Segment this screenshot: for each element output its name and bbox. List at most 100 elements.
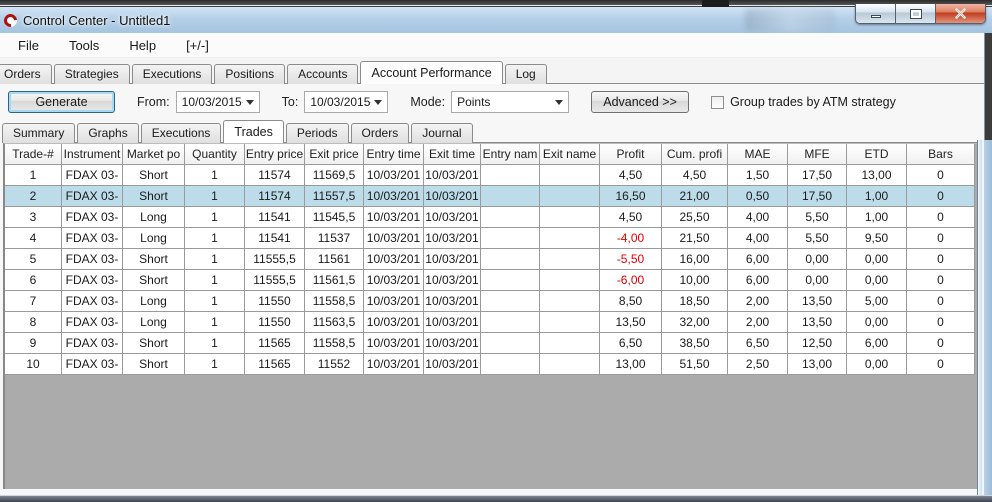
window-titlebar[interactable]: Control Center - Untitled1 [0, 7, 992, 33]
column-header-entry-nam[interactable]: Entry nam [481, 144, 540, 165]
cell-quantity[interactable]: 1 [185, 207, 245, 228]
table-row[interactable]: 1FDAX 03-Short11157411569,510/03/20110/0… [5, 165, 977, 186]
cell-instrument[interactable]: FDAX 03- [62, 228, 123, 249]
tab-log[interactable]: Log [505, 64, 547, 84]
menu-item-help[interactable]: Help [117, 35, 168, 56]
subtab-summary[interactable]: Summary [2, 123, 75, 143]
subtab-graphs[interactable]: Graphs [77, 123, 138, 143]
table-row[interactable]: 7FDAX 03-Long11155011558,510/03/20110/03… [5, 291, 977, 312]
cell-cum-profi[interactable]: 51,50 [662, 354, 728, 375]
generate-button[interactable]: Generate [8, 91, 115, 113]
table-row[interactable]: 2FDAX 03-Short11157411557,510/03/20110/0… [5, 186, 977, 207]
cell-exit-time[interactable]: 10/03/201 [424, 270, 481, 291]
cell-entry-time[interactable]: 10/03/201 [364, 312, 424, 333]
cell-exit-time[interactable]: 10/03/201 [424, 228, 481, 249]
cell-entry-price[interactable]: 11541 [245, 228, 305, 249]
cell-exit-price[interactable]: 11561,5 [305, 270, 364, 291]
table-row[interactable]: 6FDAX 03-Short111555,511561,510/03/20110… [5, 270, 977, 291]
cell-quantity[interactable]: 1 [185, 228, 245, 249]
cell-exit-time[interactable]: 10/03/201 [424, 312, 481, 333]
cell-exit-price[interactable]: 11569,5 [305, 165, 364, 186]
cell-entry-time[interactable]: 10/03/201 [364, 165, 424, 186]
cell-entry-nam[interactable] [481, 312, 540, 333]
cell-entry-price[interactable]: 11550 [245, 312, 305, 333]
cell-bars[interactable]: 0 [907, 354, 975, 375]
menu-item-[interactable]: [+/-] [174, 35, 221, 56]
cell-entry-price[interactable]: 11541 [245, 207, 305, 228]
cell-market-po[interactable]: Short [123, 249, 185, 270]
cell-bars[interactable]: 0 [907, 312, 975, 333]
column-header-exit-price[interactable]: Exit price [305, 144, 364, 165]
cell-profit[interactable]: 6,50 [600, 333, 662, 354]
table-row[interactable]: 8FDAX 03-Long11155011563,510/03/20110/03… [5, 312, 977, 333]
tab-executions[interactable]: Executions [132, 64, 213, 84]
cell-mfe[interactable]: 13,50 [788, 291, 847, 312]
cell-trade[interactable]: 4 [5, 228, 62, 249]
column-header-exit-time[interactable]: Exit time [424, 144, 481, 165]
cell-entry-price[interactable]: 11550 [245, 291, 305, 312]
cell-quantity[interactable]: 1 [185, 333, 245, 354]
cell-exit-name[interactable] [540, 354, 600, 375]
cell-etd[interactable]: 9,50 [847, 228, 907, 249]
maximize-button[interactable] [896, 4, 936, 23]
cell-mfe[interactable]: 13,50 [788, 312, 847, 333]
cell-exit-name[interactable] [540, 270, 600, 291]
cell-profit[interactable]: -4,00 [600, 228, 662, 249]
cell-entry-price[interactable]: 11555,5 [245, 270, 305, 291]
cell-exit-price[interactable]: 11558,5 [305, 333, 364, 354]
cell-trade[interactable]: 2 [5, 186, 62, 207]
column-header-entry-time[interactable]: Entry time [364, 144, 424, 165]
cell-entry-nam[interactable] [481, 354, 540, 375]
cell-exit-time[interactable]: 10/03/201 [424, 333, 481, 354]
subtab-executions[interactable]: Executions [141, 123, 222, 143]
cell-bars[interactable]: 0 [907, 333, 975, 354]
cell-profit[interactable]: 13,00 [600, 354, 662, 375]
cell-exit-price[interactable]: 11537 [305, 228, 364, 249]
minimize-button[interactable] [856, 4, 896, 23]
cell-mae[interactable]: 6,00 [728, 249, 788, 270]
cell-trade[interactable]: 3 [5, 207, 62, 228]
subtab-journal[interactable]: Journal [411, 123, 472, 143]
cell-instrument[interactable]: FDAX 03- [62, 333, 123, 354]
cell-instrument[interactable]: FDAX 03- [62, 165, 123, 186]
cell-mae[interactable]: 6,00 [728, 270, 788, 291]
cell-exit-price[interactable]: 11561 [305, 249, 364, 270]
cell-mfe[interactable]: 5,50 [788, 228, 847, 249]
cell-bars[interactable]: 0 [907, 207, 975, 228]
cell-bars[interactable]: 0 [907, 165, 975, 186]
cell-market-po[interactable]: Long [123, 207, 185, 228]
cell-mae[interactable]: 2,00 [728, 291, 788, 312]
cell-mae[interactable]: 4,00 [728, 207, 788, 228]
from-date-field[interactable]: 10/03/2015 [176, 91, 260, 113]
cell-profit[interactable]: 4,50 [600, 207, 662, 228]
tab-positions[interactable]: Positions [214, 64, 285, 84]
cell-cum-profi[interactable]: 18,50 [662, 291, 728, 312]
column-header-trade[interactable]: Trade-# [5, 144, 62, 165]
table-row[interactable]: 10FDAX 03-Short1115651155210/03/20110/03… [5, 354, 977, 375]
cell-mfe[interactable]: 17,50 [788, 186, 847, 207]
cell-cum-profi[interactable]: 32,00 [662, 312, 728, 333]
cell-cum-profi[interactable]: 21,50 [662, 228, 728, 249]
cell-instrument[interactable]: FDAX 03- [62, 249, 123, 270]
cell-exit-time[interactable]: 10/03/201 [424, 249, 481, 270]
cell-trade[interactable]: 10 [5, 354, 62, 375]
to-date-dropdown-icon[interactable] [374, 100, 382, 105]
close-button[interactable] [936, 4, 985, 23]
column-header-profit[interactable]: Profit [600, 144, 662, 165]
cell-entry-price[interactable]: 11574 [245, 186, 305, 207]
cell-trade[interactable]: 5 [5, 249, 62, 270]
cell-quantity[interactable]: 1 [185, 354, 245, 375]
cell-profit[interactable]: -6,00 [600, 270, 662, 291]
subtab-orders[interactable]: Orders [351, 123, 410, 143]
cell-profit[interactable]: 4,50 [600, 165, 662, 186]
cell-mae[interactable]: 2,50 [728, 354, 788, 375]
cell-exit-price[interactable]: 11557,5 [305, 186, 364, 207]
cell-entry-nam[interactable] [481, 207, 540, 228]
cell-exit-name[interactable] [540, 207, 600, 228]
cell-entry-time[interactable]: 10/03/201 [364, 270, 424, 291]
cell-entry-price[interactable]: 11555,5 [245, 249, 305, 270]
subtab-periods[interactable]: Periods [286, 123, 349, 143]
column-header-quantity[interactable]: Quantity [185, 144, 245, 165]
cell-mae[interactable]: 6,50 [728, 333, 788, 354]
cell-profit[interactable]: 16,50 [600, 186, 662, 207]
